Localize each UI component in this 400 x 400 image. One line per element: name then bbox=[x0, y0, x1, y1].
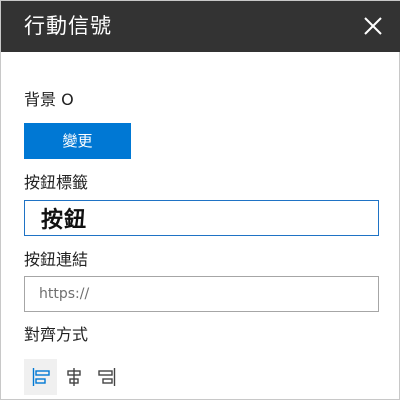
alignment-heading: 對齊方式 bbox=[24, 325, 89, 344]
change-button[interactable]: 變更 bbox=[24, 123, 131, 159]
background-label: 背景 O bbox=[24, 90, 74, 109]
alignment-options bbox=[24, 359, 123, 395]
align-center-button[interactable] bbox=[57, 359, 90, 395]
button-link-input[interactable] bbox=[24, 276, 379, 312]
button-label-heading: 按鈕標籤 bbox=[24, 173, 89, 192]
panel-header: 行動信號 bbox=[1, 1, 400, 52]
close-icon bbox=[364, 17, 382, 35]
panel-title: 行動信號 bbox=[24, 14, 112, 38]
align-left-icon bbox=[32, 368, 50, 386]
close-button[interactable] bbox=[359, 12, 387, 40]
align-right-icon bbox=[97, 368, 115, 386]
action-panel: 行動信號 背景 O 變更 按鈕標籤 按鈕連結 對齊方式 bbox=[0, 0, 400, 400]
align-right-button[interactable] bbox=[90, 359, 123, 395]
button-label-input[interactable] bbox=[24, 200, 379, 236]
align-left-button[interactable] bbox=[24, 359, 57, 395]
button-link-heading: 按鈕連結 bbox=[24, 250, 89, 269]
align-center-icon bbox=[66, 368, 81, 386]
